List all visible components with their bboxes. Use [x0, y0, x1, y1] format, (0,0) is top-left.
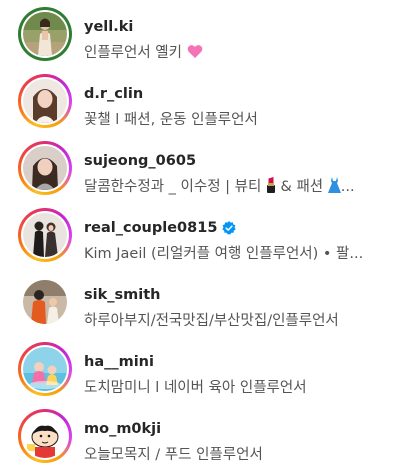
username[interactable]: sujeong_0605	[84, 153, 196, 169]
list-item-sik-smith[interactable]: sik_smith 하루아부지/전국맛집/부산맛집/인플루언서	[0, 271, 404, 337]
avatar[interactable]	[23, 347, 67, 391]
list-item-ha-mini[interactable]: ha__mini 도치맘미니 l 네이버 육아 인플루언서	[0, 338, 404, 404]
avatar[interactable]	[23, 12, 67, 56]
story-ring	[18, 74, 72, 128]
list-item-d-r-clin[interactable]: d.r_clin 꽃챌 l 패션, 운동 인플루언서	[0, 70, 404, 136]
bio-text: 오늘모목지 / 푸드 인플루언서	[84, 447, 263, 463]
dress-icon	[327, 177, 341, 197]
bio-text: 달콤한수정과 _ 이수정 | 뷰티 & 패션 ...	[84, 177, 355, 197]
story-ring	[18, 409, 72, 463]
story-ring	[18, 275, 72, 329]
username[interactable]: ha__mini	[84, 354, 154, 370]
story-ring	[18, 208, 72, 262]
avatar[interactable]	[23, 146, 67, 190]
bio-text: 하루아부지/전국맛집/부산맛집/인플루언서	[84, 313, 339, 329]
avatar[interactable]	[23, 414, 67, 458]
avatar[interactable]	[23, 213, 67, 257]
story-ring	[18, 342, 72, 396]
story-ring	[18, 7, 72, 61]
bio-text: 꽃챌 l 패션, 운동 인플루언서	[84, 112, 258, 128]
username[interactable]: mo_m0kji	[84, 421, 161, 437]
username[interactable]: d.r_clin	[84, 86, 143, 102]
list-item-real-couple0815[interactable]: real_couple0815 Kim Jaeil (리얼커플 여행 인플루언서…	[0, 204, 404, 270]
username[interactable]: yell.ki	[84, 19, 133, 35]
avatar[interactable]	[23, 79, 67, 123]
pink-heart-icon	[187, 44, 203, 63]
bio-text: Kim Jaeil (리얼커플 여행 인플루언서) • 팔...	[84, 246, 364, 262]
lipstick-icon	[266, 177, 276, 197]
verified-badge-icon	[222, 221, 237, 235]
story-ring	[18, 141, 72, 195]
list-item-yell-ki[interactable]: yell.ki 인플루언서 옐키	[0, 3, 404, 69]
bio-text: 도치맘미니 l 네이버 육아 인플루언서	[84, 380, 307, 396]
username[interactable]: real_couple0815	[84, 220, 237, 236]
list-item-sujeong-0605[interactable]: sujeong_0605 달콤한수정과 _ 이수정 | 뷰티 & 패션 ...	[0, 137, 404, 203]
username[interactable]: sik_smith	[84, 287, 160, 303]
bio-text: 인플루언서 옐키	[84, 41, 394, 63]
list-item-mo-m0kji[interactable]: mo_m0kji 오늘모목지 / 푸드 인플루언서	[0, 405, 404, 471]
avatar[interactable]	[23, 280, 67, 324]
